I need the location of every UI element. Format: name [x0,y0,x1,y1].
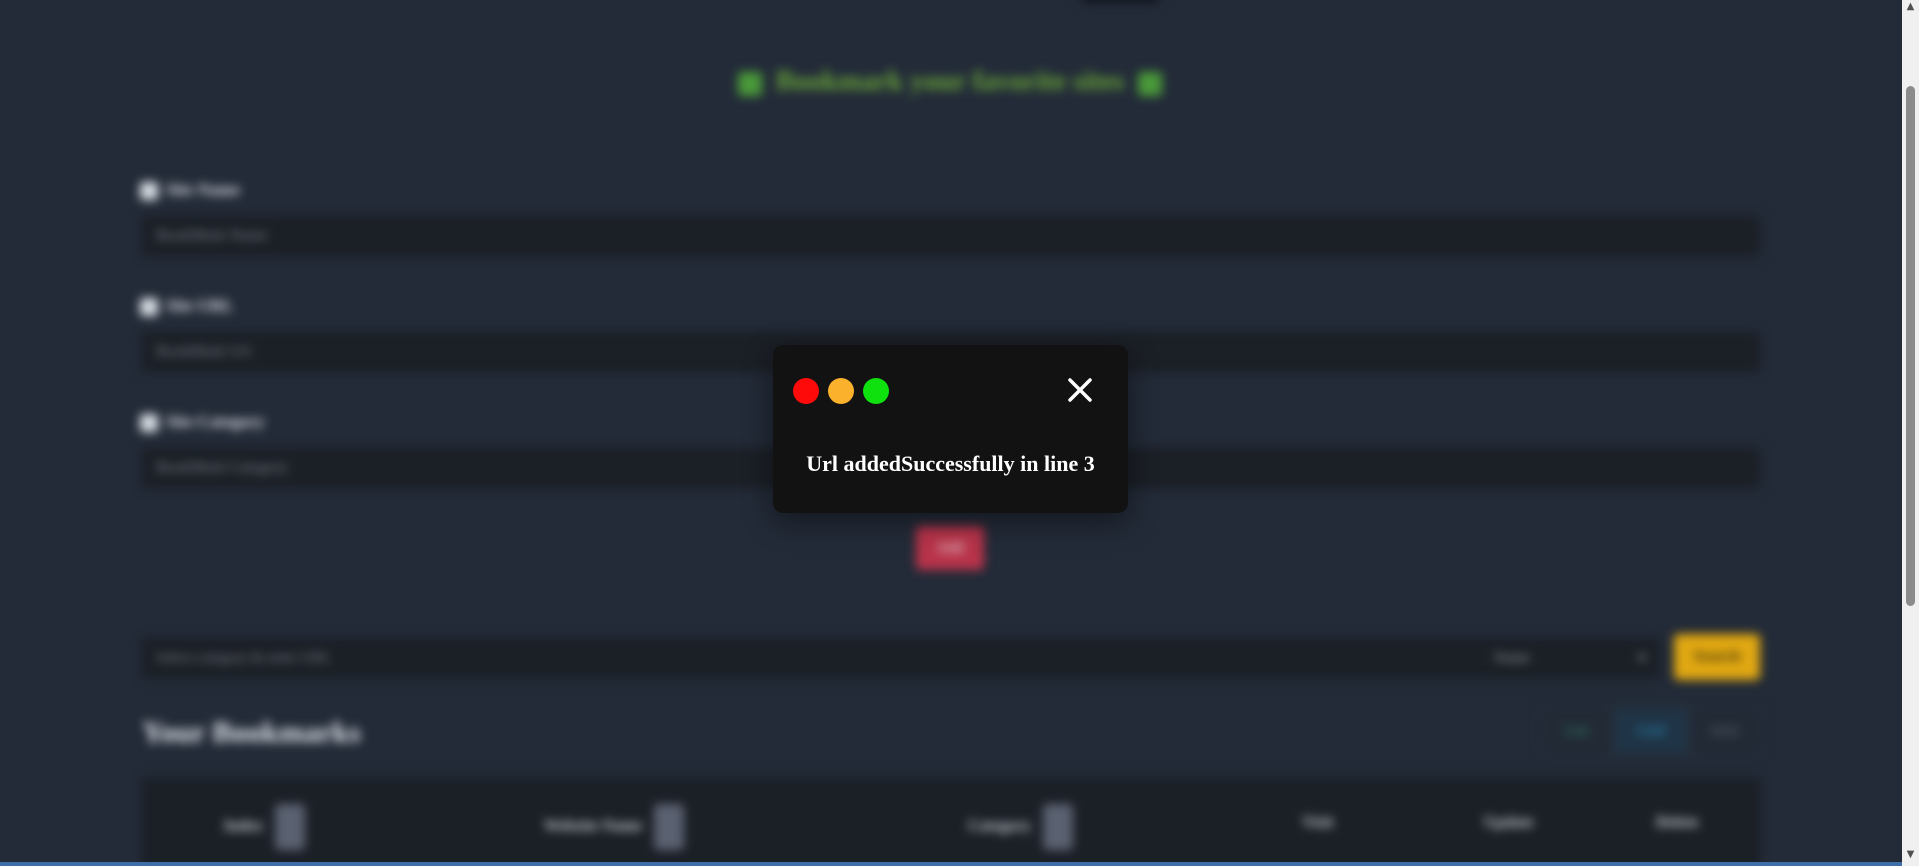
bookmarks-table-header: Index Website Name Category Visit Update… [142,778,1760,866]
sort-icon[interactable] [275,804,306,850]
modal-message: Url addedSuccessfully in line 3 [806,451,1095,476]
globe-icon [140,182,158,201]
sort-icon[interactable] [1043,804,1074,850]
list-view-button[interactable]: List [1540,708,1614,754]
site-url-label: Site URL [140,296,234,317]
site-name-label-text: Site Name [166,180,241,199]
success-modal: Url addedSuccessfully in line 3 [773,345,1128,513]
site-name-label: Site Name [140,180,241,201]
scroll-down-arrow-icon[interactable]: ▼ [1902,848,1919,862]
bookmarks-title: Your Bookmarks [142,716,361,749]
column-header-category: Category [968,804,1074,850]
search-filter-select[interactable]: Name ▼ [1480,638,1660,678]
grid-view-button[interactable]: Grid [1614,708,1688,754]
red-window-dot [793,378,819,404]
page-heading-text: Bookmark your favorite sites [775,66,1125,97]
yellow-window-dot [828,378,854,404]
site-category-label-text: Site Category [166,412,265,431]
top-nub [1080,0,1160,2]
close-x-icon [1068,378,1092,402]
column-header-index-label: Index [224,817,264,835]
sort-icon[interactable] [654,804,685,850]
column-header-visit: Visit [1302,814,1334,831]
bookmark-icon [1138,71,1163,96]
modal-close-button[interactable] [1063,373,1097,407]
column-header-update: Update [1484,814,1534,831]
search-filter-value: Name [1494,650,1530,666]
scroll-up-arrow-icon[interactable]: ▲ [1902,0,1919,14]
site-category-label: Site Category [140,412,265,433]
column-header-website-name-label: Website Name [544,817,643,835]
search-input[interactable] [142,638,1480,678]
viewport: Bookmark your favorite sites Site Name S… [0,0,1919,866]
page-scrollbar[interactable]: ▲ ▼ [1902,0,1919,866]
bookmark-icon [737,71,762,96]
category-icon [140,414,158,433]
add-bookmark-button[interactable]: Add [916,526,984,570]
column-header-website-name: Website Name [544,804,685,850]
hide-view-button[interactable]: Hide [1688,708,1762,754]
column-header-category-label: Category [968,817,1032,835]
column-header-delete: Delete [1656,814,1699,831]
column-header-index: Index [224,804,306,850]
bottom-edge [0,862,1902,866]
site-name-input[interactable] [142,216,1760,256]
scrollbar-thumb[interactable] [1906,86,1915,606]
link-icon [140,298,158,317]
search-button[interactable]: Search [1674,634,1760,680]
green-window-dot [863,378,889,404]
view-button-group: List Grid Hide [1540,708,1762,754]
chevron-down-icon: ▼ [1636,651,1648,665]
site-url-label-text: Site URL [166,296,234,315]
page-heading: Bookmark your favorite sites [0,66,1900,98]
